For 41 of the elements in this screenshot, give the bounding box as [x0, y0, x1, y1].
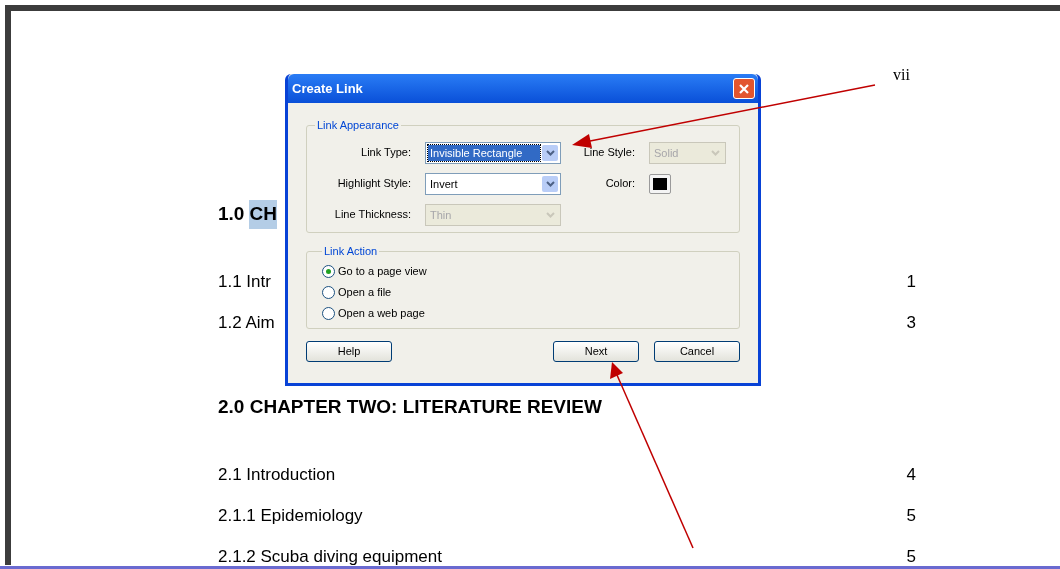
chevron-down-icon[interactable]	[542, 144, 558, 161]
highlighted-text: CH	[249, 200, 277, 229]
dropdown[interactable]: Invert	[425, 172, 561, 195]
toc-entry: 1.1 Intr	[218, 270, 271, 293]
field-label: Color:	[604, 176, 635, 192]
page-number: 1	[906, 270, 916, 293]
dropdown-value: Solid	[653, 145, 680, 161]
toc-entry: 2.1.1 Epidemiology	[218, 504, 363, 527]
toc-heading: 2.0 CHAPTER TWO: LITERATURE REVIEW	[218, 395, 602, 420]
dropdown-value: Invisible Rectangle	[428, 144, 540, 161]
page-number: 3	[906, 311, 916, 334]
radio-button[interactable]	[322, 285, 335, 299]
toc-entry: 2.1.2 Scuba diving equipment	[218, 545, 442, 568]
radio-button[interactable]	[322, 306, 335, 320]
dialog-button[interactable]: Cancel	[654, 341, 740, 362]
dropdown-value: Thin	[429, 207, 453, 223]
page-number: 4	[906, 463, 916, 486]
toc-entry: 1.2 Aim	[218, 311, 275, 334]
group-legend: Link Appearance	[315, 117, 401, 134]
dialog-button[interactable]: Next	[553, 341, 639, 362]
page-number: 5	[906, 545, 916, 568]
field-label: Highlight Style:	[336, 176, 411, 192]
toc-entry: 2.1 Introduction	[218, 463, 336, 486]
page-label: vii	[893, 65, 910, 85]
dialog-button[interactable]: Help	[306, 341, 392, 362]
radio-option[interactable]: Open a file	[322, 284, 392, 300]
radio-option[interactable]: Go to a page view	[322, 263, 427, 279]
close-icon	[739, 83, 749, 94]
radio-button[interactable]	[322, 264, 335, 278]
window-title: Create Link	[292, 79, 363, 98]
dropdown[interactable]: Invisible Rectangle	[425, 141, 561, 164]
field-label: Line Thickness:	[333, 207, 411, 223]
toc-heading: 1.0	[218, 202, 245, 227]
group-legend: Link Action	[322, 243, 380, 260]
radio-option[interactable]: Open a web page	[322, 305, 425, 321]
page-number: 5	[906, 504, 916, 527]
close-button[interactable]	[733, 78, 755, 99]
dropdown-value: Invert	[429, 176, 459, 192]
field-label: Line Style:	[582, 145, 635, 161]
field-label: Link Type:	[360, 145, 411, 161]
chevron-down-icon[interactable]	[542, 175, 558, 192]
